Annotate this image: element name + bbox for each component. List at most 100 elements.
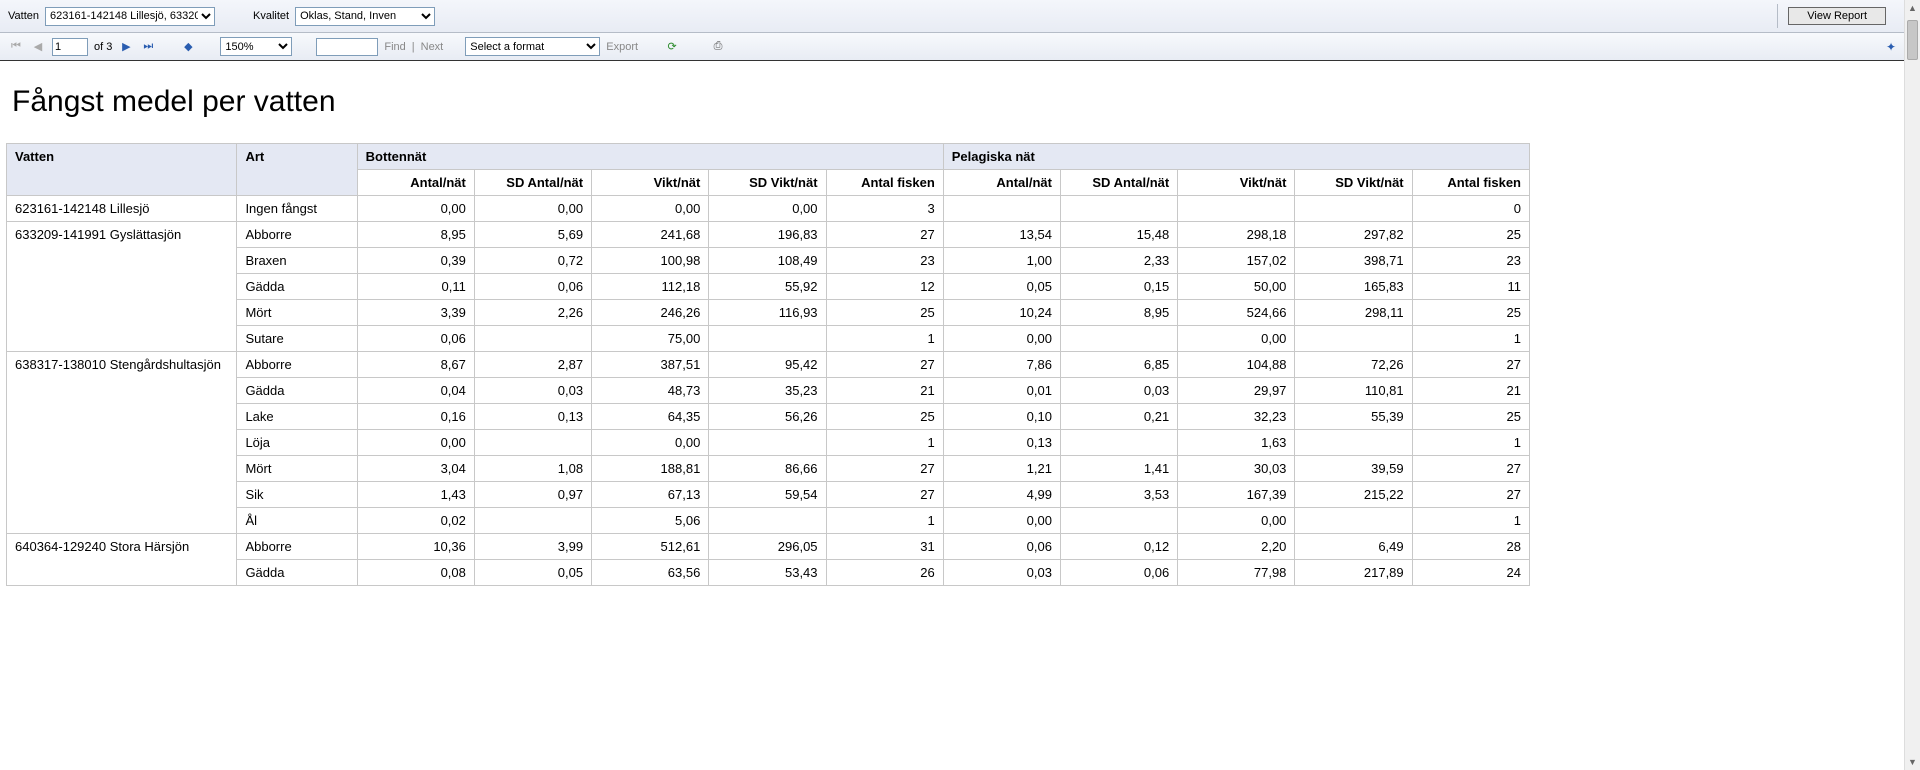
cell-value: 31 (826, 534, 943, 560)
cell-value: 0,00 (709, 196, 826, 222)
cell-value: 25 (826, 300, 943, 326)
cell-value: 0,05 (943, 274, 1060, 300)
cell-value: 387,51 (592, 352, 709, 378)
cell-value: 8,95 (357, 222, 474, 248)
cell-value (474, 508, 591, 534)
cell-value: 0,39 (357, 248, 474, 274)
cell-value: 0,06 (357, 326, 474, 352)
cell-value: 15,48 (1060, 222, 1177, 248)
next-link[interactable]: Next (421, 41, 444, 53)
view-report-button[interactable]: View Report (1788, 7, 1886, 25)
cell-value: 67,13 (592, 482, 709, 508)
col-sub-header: SD Vikt/nät (1295, 170, 1412, 196)
cell-value: 24 (1412, 560, 1529, 586)
report-table: Vatten Art Bottennät Pelagiska nät Antal… (6, 143, 1530, 586)
cell-value: 116,93 (709, 300, 826, 326)
report-body: Fångst medel per vatten Vatten Art Botte… (0, 61, 1904, 586)
report-title: Fångst medel per vatten (12, 85, 1904, 119)
col-art: Art (237, 144, 357, 196)
cell-value: 0,00 (943, 326, 1060, 352)
cell-value: 55,92 (709, 274, 826, 300)
cell-value: 7,86 (943, 352, 1060, 378)
cell-value: 1 (826, 508, 943, 534)
zoom-select[interactable]: 150% (220, 37, 292, 56)
col-sub-header: Antal fisken (1412, 170, 1529, 196)
col-sub-header: Antal fisken (826, 170, 943, 196)
cell-value (709, 326, 826, 352)
cell-value: 27 (1412, 482, 1529, 508)
cell-value (709, 508, 826, 534)
cell-value: 0,13 (474, 404, 591, 430)
cell-value: 0,00 (357, 430, 474, 456)
next-page-icon[interactable]: ▶ (118, 39, 134, 55)
col-sub-header: SD Vikt/nät (709, 170, 826, 196)
cell-value: 10,36 (357, 534, 474, 560)
cell-value: 75,00 (592, 326, 709, 352)
cell-value (709, 430, 826, 456)
cell-value: 297,82 (1295, 222, 1412, 248)
export-format-select[interactable]: Select a format (465, 37, 600, 56)
cell-value: 298,11 (1295, 300, 1412, 326)
cell-value: 0,03 (1060, 378, 1177, 404)
cell-value: 8,67 (357, 352, 474, 378)
print-icon[interactable]: ⎙ (710, 39, 726, 55)
cell-value: 28 (1412, 534, 1529, 560)
table-row: 633209-141991 GyslättasjönAbborre8,955,6… (7, 222, 1530, 248)
cell-value: 0,12 (1060, 534, 1177, 560)
cell-value: 0,00 (1178, 326, 1295, 352)
cell-value: 30,03 (1178, 456, 1295, 482)
cell-art: Gädda (237, 274, 357, 300)
vertical-scrollbar[interactable]: ▲ ▼ (1904, 0, 1920, 770)
find-input[interactable] (316, 38, 378, 56)
scroll-down-icon[interactable]: ▼ (1905, 754, 1920, 770)
collapse-params-icon[interactable]: ✦ (1886, 40, 1896, 54)
cell-value: 1,08 (474, 456, 591, 482)
cell-art: Abborre (237, 534, 357, 560)
cell-art: Gädda (237, 378, 357, 404)
scroll-up-icon[interactable]: ▲ (1905, 0, 1920, 16)
scroll-thumb[interactable] (1907, 20, 1918, 60)
cell-value: 1,00 (943, 248, 1060, 274)
kvalitet-select[interactable]: Oklas, Stand, Inven (295, 7, 435, 26)
cell-value: 3 (826, 196, 943, 222)
cell-value: 21 (1412, 378, 1529, 404)
cell-value: 5,69 (474, 222, 591, 248)
find-link[interactable]: Find (384, 41, 405, 53)
cell-value: 165,83 (1295, 274, 1412, 300)
cell-value: 217,89 (1295, 560, 1412, 586)
cell-value (474, 430, 591, 456)
cell-art: Ingen fångst (237, 196, 357, 222)
cell-value: 0,02 (357, 508, 474, 534)
cell-value: 0,05 (474, 560, 591, 586)
cell-value: 32,23 (1178, 404, 1295, 430)
vatten-select[interactable]: 623161-142148 Lillesjö, 633209- (45, 7, 215, 26)
vatten-label: Vatten (8, 10, 39, 22)
cell-value: 27 (1412, 456, 1529, 482)
cell-value: 1 (826, 326, 943, 352)
cell-value: 27 (1412, 352, 1529, 378)
cell-value: 1,21 (943, 456, 1060, 482)
cell-value: 298,18 (1178, 222, 1295, 248)
cell-value: 6,85 (1060, 352, 1177, 378)
cell-value: 0,13 (943, 430, 1060, 456)
export-link[interactable]: Export (606, 41, 638, 53)
cell-value (474, 326, 591, 352)
cell-value: 0,97 (474, 482, 591, 508)
cell-value: 104,88 (1178, 352, 1295, 378)
cell-art: Braxen (237, 248, 357, 274)
page-number-input[interactable] (52, 38, 88, 56)
cell-value: 25 (826, 404, 943, 430)
cell-value: 27 (826, 222, 943, 248)
cell-value: 246,26 (592, 300, 709, 326)
cell-value: 25 (1412, 222, 1529, 248)
cell-value (1295, 430, 1412, 456)
cell-value: 110,81 (1295, 378, 1412, 404)
cell-value: 6,49 (1295, 534, 1412, 560)
refresh-icon[interactable]: ⟳ (664, 39, 680, 55)
cell-value: 63,56 (592, 560, 709, 586)
cell-art: Abborre (237, 222, 357, 248)
cell-value: 0,00 (592, 196, 709, 222)
back-icon[interactable]: ◆ (180, 39, 196, 55)
last-page-icon[interactable]: ⏭ (140, 39, 156, 55)
cell-value: 77,98 (1178, 560, 1295, 586)
